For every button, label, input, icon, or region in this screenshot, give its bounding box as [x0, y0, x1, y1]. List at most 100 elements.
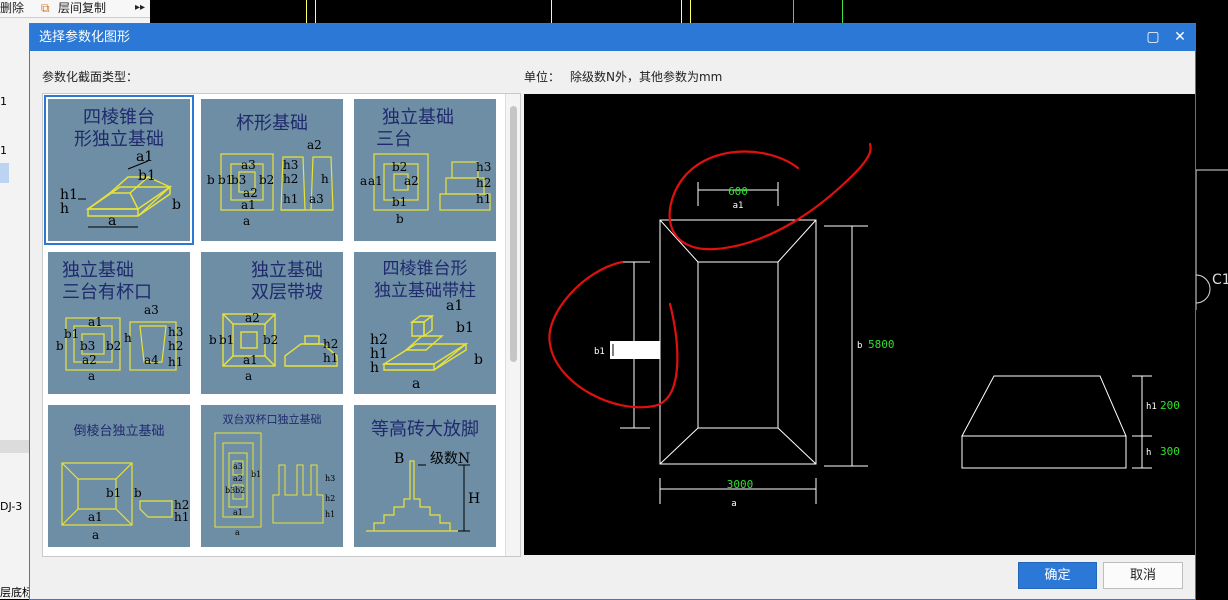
- thumb-label: a1: [243, 353, 258, 367]
- thumb-label: a2: [245, 311, 260, 325]
- dialog-title: 选择参数化图形: [39, 30, 131, 45]
- thumb-label: a: [108, 213, 116, 229]
- three-step-drawing: 独立基础 三台 a b2 a1 a2 b1 b h3 h2 h1: [360, 107, 491, 226]
- cad-line: [842, 0, 843, 24]
- thumb-label: h3: [168, 325, 183, 339]
- thumb-label: b: [396, 212, 404, 226]
- thumb-label: b3: [80, 339, 95, 353]
- left-list-item: 1: [0, 95, 7, 108]
- thumb-label: b1: [392, 195, 407, 209]
- thumb-label: a2: [307, 138, 322, 152]
- shape-preview-canvas: 600 a1 b 5800 b1 3000 a h1 200 h 300: [524, 94, 1195, 555]
- shape-thumb-three-step-cup[interactable]: 独立基础 三台有杯口 a1 a3 b1 b3 b b2 a2 a h a4 h3…: [48, 252, 190, 394]
- cancel-button[interactable]: 取消: [1103, 562, 1183, 589]
- gallery-scrollbar[interactable]: [505, 94, 520, 556]
- thumb-label: b1: [251, 470, 261, 479]
- thumb-label: b1: [106, 486, 121, 500]
- thumb-label: a: [412, 376, 420, 392]
- thumb-label: b: [56, 339, 64, 353]
- thumb-label: a2: [82, 353, 97, 367]
- thumb-title: 三台: [376, 129, 412, 150]
- thumb-label: a1: [233, 508, 243, 517]
- thumb-label: b1: [218, 173, 233, 187]
- double-chevron-right-icon[interactable]: ▸▸: [135, 0, 145, 16]
- cad-line: [690, 0, 691, 24]
- cad-line: [306, 0, 307, 24]
- brick-footing-drawing: 等高砖大放脚 B 级数N H: [366, 419, 480, 532]
- annotation-stroke: [548, 260, 679, 409]
- thumb-label: h2: [323, 337, 338, 351]
- shape-thumb-brick-footing[interactable]: 等高砖大放脚 B 级数N H: [354, 405, 496, 547]
- left-param: b1: [594, 347, 605, 357]
- thumb-label: h1: [168, 355, 183, 369]
- shape-thumb-double-cup[interactable]: 双台双杯口独立基础 a3 b3 a2 b2 a1 b1 a h3 h2 h1: [201, 405, 343, 547]
- thumb-label: a: [243, 214, 250, 228]
- thumb-label: B: [394, 451, 404, 467]
- thumb-label: h1: [476, 192, 491, 206]
- thumb-label: a1: [368, 174, 383, 188]
- thumb-title: 倒棱台独立基础: [73, 423, 164, 439]
- ok-button[interactable]: 确定: [1018, 562, 1097, 589]
- annotation-stroke: [668, 142, 872, 251]
- thumb-title: 杯形基础: [236, 113, 308, 134]
- delete-button[interactable]: 删除: [0, 0, 24, 16]
- thumb-label: b: [209, 333, 217, 347]
- thumb-label: b: [207, 173, 215, 187]
- maximize-icon[interactable]: ▢: [1140, 24, 1166, 51]
- thumb-label: b: [474, 352, 483, 368]
- thumb-label: h2: [168, 339, 183, 353]
- thumb-label: a3: [233, 462, 243, 471]
- three-step-cup-drawing: 独立基础 三台有杯口 a1 a3 b1 b3 b b2 a2 a h a4 h3…: [56, 260, 183, 383]
- thumb-label: a3: [144, 303, 159, 317]
- thumb-label: 级数N: [430, 451, 470, 467]
- left-table-header: [0, 440, 30, 453]
- close-icon[interactable]: ✕: [1167, 24, 1193, 51]
- thumb-label: b2: [259, 173, 274, 187]
- thumb-label: a: [88, 369, 95, 383]
- thumb-label: H: [468, 491, 480, 507]
- thumb-label: b2: [392, 160, 407, 174]
- thumb-title: 三台有杯口: [62, 282, 152, 303]
- thumb-title: 形独立基础: [74, 129, 164, 150]
- thumb-label: h2: [325, 494, 335, 503]
- preview-drawing: 600 a1 b 5800 b1 3000 a h1 200 h 300: [548, 142, 1180, 509]
- shape-thumb-cup-foundation[interactable]: 杯形基础 a3 b3 b2 a2 b b1 a1 a h3 h2 h1 h a2…: [201, 99, 343, 241]
- thumb-label: a4: [144, 353, 159, 367]
- shape-gallery: 四棱锥台 形独立基础 a1 b1 h1 h a b 杯形基础 a3 b3 b2 …: [42, 93, 521, 557]
- thumb-label: b: [172, 197, 181, 213]
- shape-thumb-inverted-frustum[interactable]: 倒棱台独立基础 b1 b a1 a h2 h1: [48, 405, 190, 547]
- thumb-title: 四棱锥台: [83, 107, 155, 128]
- top-width-param: a1: [733, 201, 744, 211]
- h1-value[interactable]: 200: [1160, 399, 1180, 412]
- thumb-label: h1: [323, 351, 338, 365]
- thumb-title: 等高砖大放脚: [371, 419, 479, 440]
- left-list-selected-row[interactable]: [0, 163, 9, 183]
- column-label: C1: [1212, 272, 1228, 288]
- bottom-width-value[interactable]: 3000: [727, 478, 754, 491]
- b1-input[interactable]: [610, 341, 660, 359]
- inverted-frustum-drawing: 倒棱台独立基础 b1 b a1 a h2 h1: [61, 423, 189, 542]
- cad-line: [315, 0, 316, 24]
- thumb-title: 独立基础: [382, 107, 454, 128]
- thumb-label: a: [235, 528, 240, 537]
- shape-thumb-pyramid-with-column[interactable]: 四棱锥台形 独立基础带柱 a1 b1 h2 h1 h a b: [354, 252, 496, 394]
- thumb-label: b2: [263, 333, 278, 347]
- top-width-value[interactable]: 600: [728, 185, 748, 198]
- length-value[interactable]: 5800: [868, 338, 895, 351]
- shape-thumb-double-slope[interactable]: 独立基础 双层带坡 a2 b b1 b2 a1 a h2 h1: [201, 252, 343, 394]
- thumb-label: h: [60, 201, 69, 217]
- shape-thumb-three-step[interactable]: 独立基础 三台 a b2 a1 a2 b1 b h3 h2 h1: [354, 99, 496, 241]
- shape-thumb-pyramid-frustum[interactable]: 四棱锥台 形独立基础 a1 b1 h1 h a b: [44, 95, 194, 245]
- thumb-label: h1: [174, 510, 189, 524]
- pyramid-frustum-drawing: 四棱锥台 形独立基础 a1 b1 h1 h a b: [60, 107, 181, 229]
- gallery-scrollbar-thumb[interactable]: [510, 106, 517, 362]
- thumb-title: 双台双杯口独立基础: [223, 412, 322, 426]
- thumb-label: h: [370, 360, 379, 376]
- h-value[interactable]: 300: [1160, 445, 1180, 458]
- thumb-label: a1: [241, 198, 256, 212]
- copy-floors-button[interactable]: 层间复制: [58, 0, 106, 16]
- thumb-label: a3: [241, 158, 256, 172]
- section-type-label: 参数化截面类型：: [42, 70, 139, 84]
- thumb-label: a: [360, 174, 367, 188]
- thumb-label: a: [245, 369, 252, 383]
